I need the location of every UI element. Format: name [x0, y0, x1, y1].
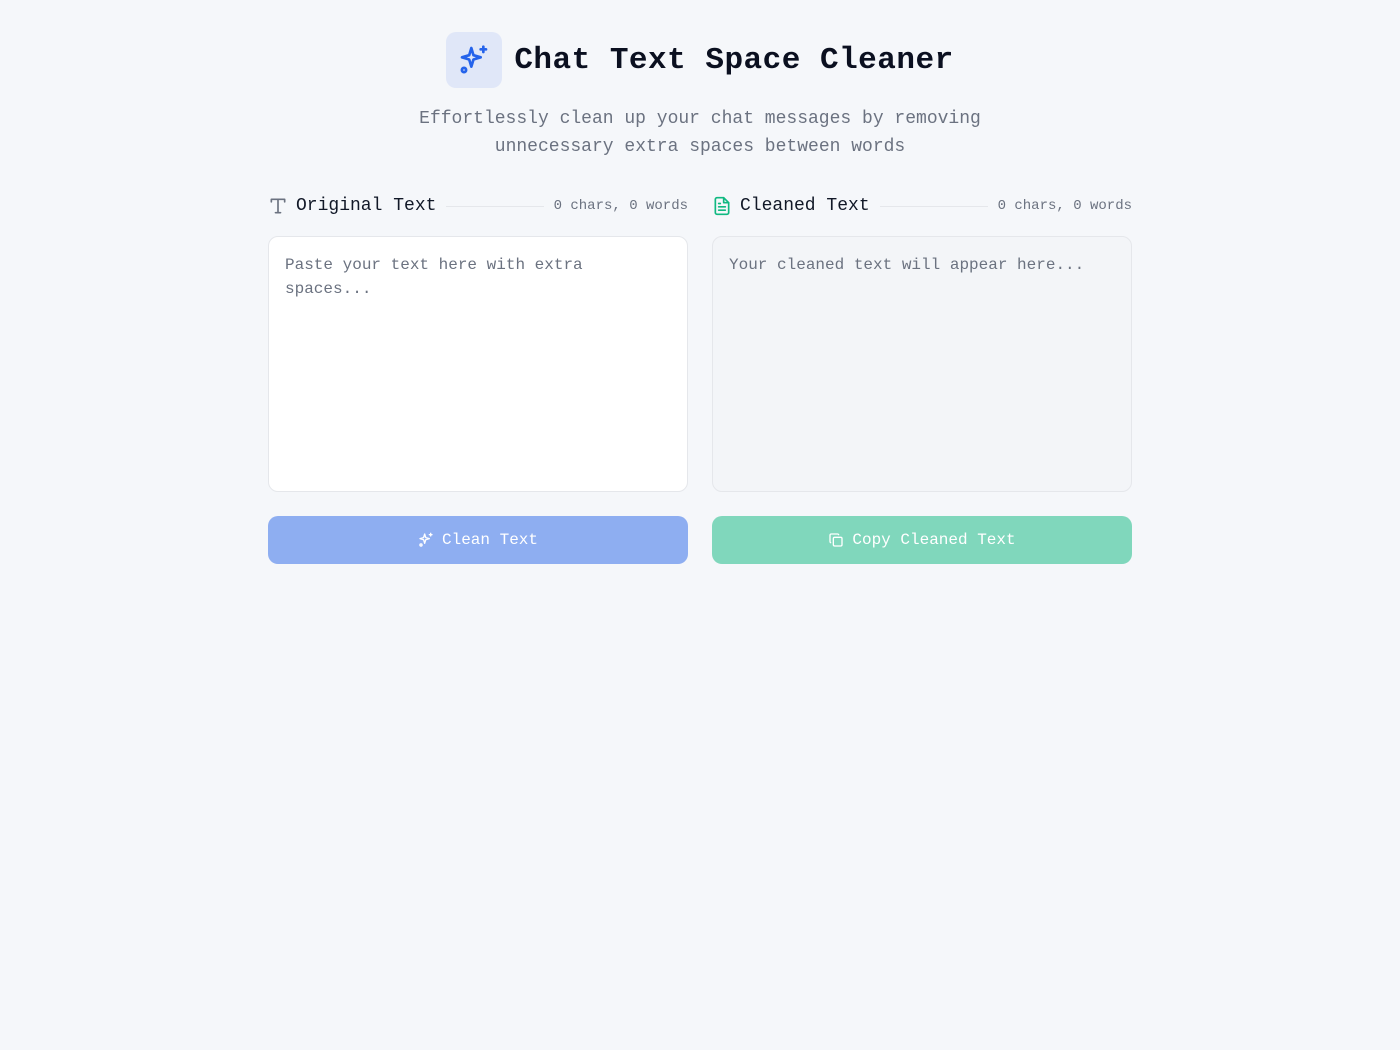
page-title: Chat Text Space Cleaner — [514, 42, 954, 78]
copy-cleaned-text-button[interactable]: Copy Cleaned Text — [712, 516, 1132, 564]
cleaned-text-header: Cleaned Text 0 chars, 0 words — [712, 192, 1132, 220]
copy-icon — [828, 532, 844, 548]
divider — [446, 205, 544, 207]
divider — [879, 205, 988, 207]
original-text-input[interactable] — [268, 236, 688, 492]
original-text-counter: 0 chars, 0 words — [553, 198, 688, 214]
cleaned-text-label: Cleaned Text — [740, 196, 870, 216]
cleaned-text-counter: 0 chars, 0 words — [997, 198, 1132, 214]
original-text-label: Original Text — [296, 196, 437, 216]
file-text-icon — [712, 196, 732, 216]
copy-cleaned-text-button-label: Copy Cleaned Text — [852, 531, 1016, 549]
app-header: Chat Text Space Cleaner Effortlessly cle… — [0, 32, 1400, 161]
logo-badge — [446, 32, 503, 88]
original-text-header: Original Text 0 chars, 0 words — [268, 192, 688, 220]
cleaned-text-panel: Cleaned Text 0 chars, 0 words — [712, 192, 1132, 497]
clean-text-button[interactable]: Clean Text — [268, 516, 688, 564]
text-type-icon — [268, 196, 288, 216]
clean-text-button-label: Clean Text — [441, 531, 538, 549]
cleaned-text-output[interactable] — [712, 236, 1132, 492]
original-text-panel: Original Text 0 chars, 0 words — [268, 192, 688, 497]
title-row: Chat Text Space Cleaner — [446, 32, 953, 88]
sparkles-icon — [418, 532, 434, 548]
sparkles-icon — [458, 44, 490, 76]
page-subtitle: Effortlessly clean up your chat messages… — [419, 109, 981, 157]
